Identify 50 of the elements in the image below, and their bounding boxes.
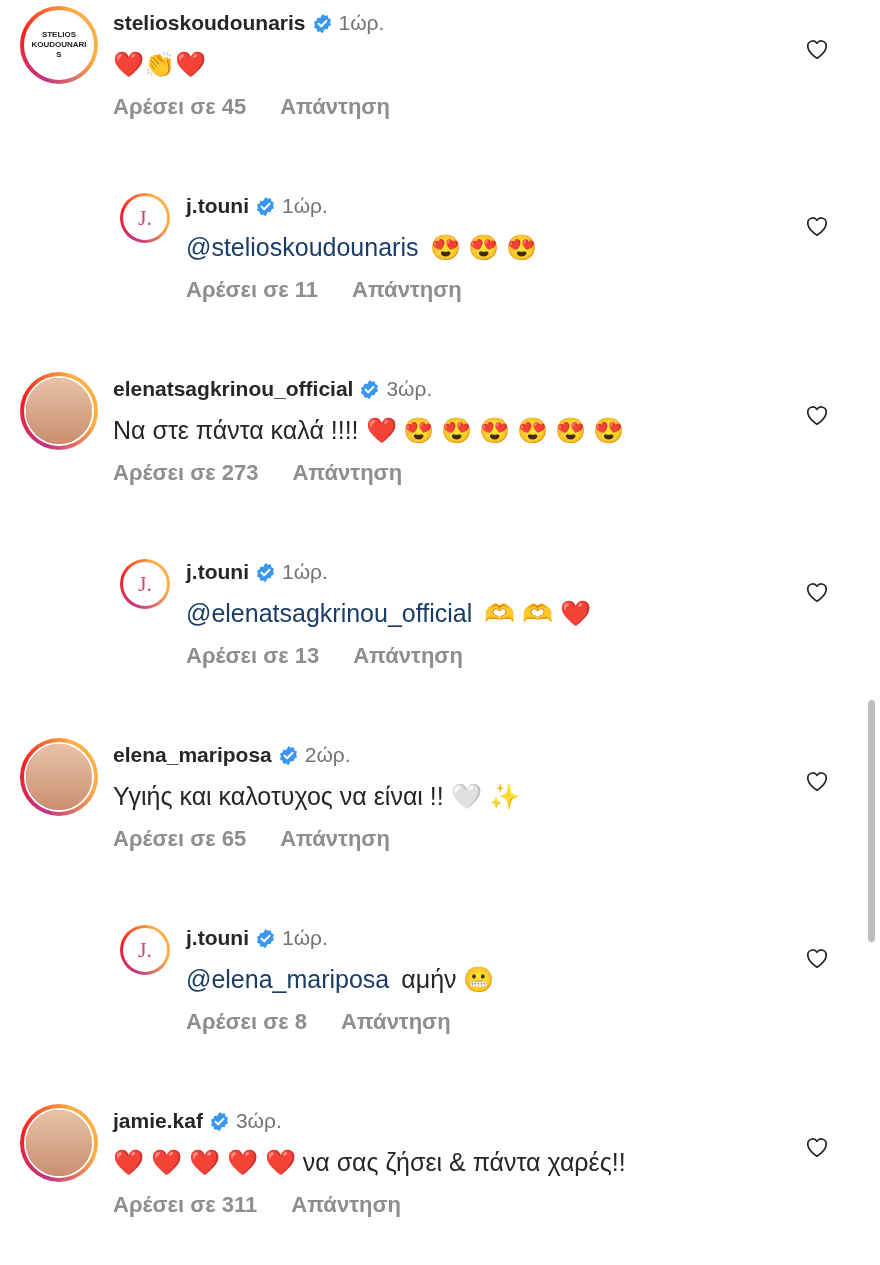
comment-time: 1ώρ.	[282, 926, 328, 950]
comment-text: Υγιής και καλοτυχος να είναι !! 🤍 ✨	[113, 781, 521, 812]
avatar[interactable]: J.	[120, 925, 170, 975]
comment-time: 1ώρ.	[282, 560, 328, 584]
avatar[interactable]: J.	[120, 193, 170, 243]
avatar-logo-text: STELIOS KOUDOUNARIS	[31, 30, 87, 60]
avatar-monogram: J.	[137, 571, 153, 597]
comment-time: 2ώρ.	[304, 743, 351, 767]
like-count[interactable]: Αρέσει σε 11	[186, 277, 318, 303]
scrollbar[interactable]	[868, 700, 875, 942]
comment-text: @elena_mariposa αμήν 😬	[186, 964, 496, 995]
avatar-monogram: J.	[137, 937, 153, 963]
comment-text: @stelioskoudounaris 😍 😍 😍	[186, 232, 539, 263]
photo-placeholder	[26, 378, 92, 444]
like-count[interactable]: Αρέσει σε 13	[186, 643, 320, 669]
reply-link[interactable]: Απάντηση	[292, 460, 403, 486]
username[interactable]: elenatsagkrinou_official	[113, 377, 354, 401]
comment-time: 1ώρ.	[282, 194, 328, 218]
avatar[interactable]: STELIOS KOUDOUNARIS	[20, 6, 98, 84]
comment-text: ❤👏❤	[113, 49, 207, 80]
like-count[interactable]: Αρέσει σε 8	[186, 1009, 307, 1035]
reply-link[interactable]: Απάντηση	[341, 1009, 451, 1035]
reply-link[interactable]: Απάντηση	[280, 826, 390, 852]
like-count[interactable]: Αρέσει σε 311	[113, 1192, 258, 1218]
username[interactable]: elena_mariposa	[113, 743, 272, 767]
comment-time: 3ώρ.	[235, 1109, 282, 1133]
comment-time: 3ώρ.	[386, 377, 433, 401]
like-count[interactable]: Αρέσει σε 65	[113, 826, 247, 852]
reply-link[interactable]: Απάντηση	[291, 1192, 401, 1218]
reply-link[interactable]: Απάντηση	[353, 643, 463, 669]
like-count[interactable]: Αρέσει σε 45	[113, 94, 247, 120]
username[interactable]: j.touni	[186, 926, 249, 950]
comment-text: Να στε πάντα καλά !!!! ❤ 😍 😍 😍 😍 😍 😍	[113, 415, 626, 446]
username[interactable]: j.touni	[186, 194, 249, 218]
avatar[interactable]: J.	[120, 559, 170, 609]
photo-placeholder	[26, 1110, 92, 1176]
mention-link[interactable]: @stelioskoudounaris	[186, 233, 419, 261]
comment-text: ❤ ❤ ❤ ❤ ❤ να σας ζήσει & πάντα χαρές!!	[113, 1147, 627, 1178]
photo-placeholder	[26, 744, 92, 810]
mention-link[interactable]: @elena_mariposa	[186, 965, 390, 993]
avatar-monogram: J.	[137, 205, 153, 231]
comment-time: 1ώρ.	[338, 11, 385, 35]
like-count[interactable]: Αρέσει σε 273	[113, 460, 259, 486]
mention-link[interactable]: @elenatsagkrinou_official	[186, 599, 473, 627]
username[interactable]: stelioskoudounaris	[113, 11, 306, 35]
username[interactable]: jamie.kaf	[113, 1109, 203, 1133]
reply-link[interactable]: Απάντηση	[280, 94, 390, 120]
comment-text: @elenatsagkrinou_official 🫶 🫶 ❤	[186, 598, 593, 629]
username[interactable]: j.touni	[186, 560, 249, 584]
reply-link[interactable]: Απάντηση	[352, 277, 462, 303]
